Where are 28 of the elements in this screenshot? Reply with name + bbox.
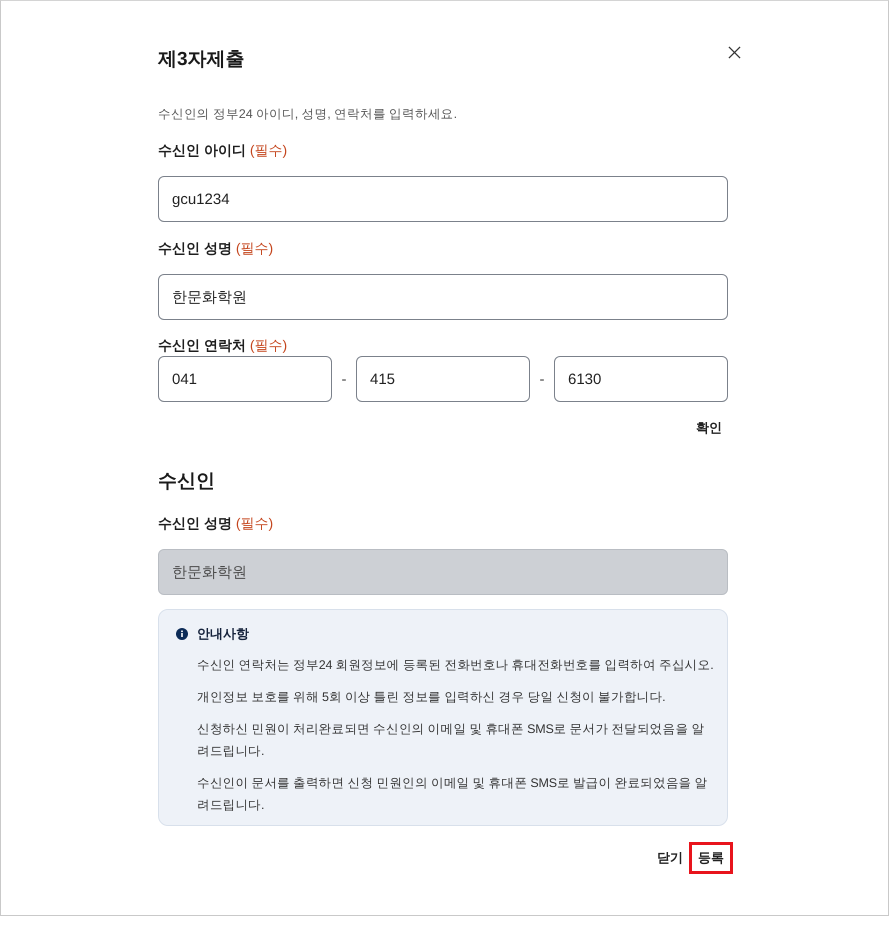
confirm-button[interactable]: 확인 (690, 418, 728, 438)
notice-title: 안내사항 (197, 625, 249, 643)
close-icon[interactable] (728, 46, 741, 59)
required-mark: (필수) (236, 514, 274, 533)
required-mark: (필수) (250, 336, 288, 355)
phone-input[interactable]: 6130 (554, 356, 728, 402)
required-mark: (필수) (236, 239, 274, 258)
phone-separator: - (538, 370, 546, 388)
close-button[interactable]: 닫기 (657, 845, 683, 871)
field-label: 수신인 아이디 (158, 141, 246, 160)
dialog-description: 수신인의 정부24 아이디, 성명, 연락처를 입력하세요. (158, 106, 458, 123)
field-label: 수신인 연락처 (158, 336, 246, 355)
notice-text: 수신인이 문서를 출력하면 신청 민원인의 이메일 및 휴대폰 SMS로 발급이 완료되었음을 알려드립니다. (197, 775, 708, 814)
phone-separator: - (340, 370, 348, 388)
dialog-title: 제3자제출 (158, 48, 245, 72)
phone-input[interactable]: 415 (356, 356, 530, 402)
text-input[interactable]: 한문화학원 (158, 274, 728, 320)
field-label: 수신인 성명 (158, 239, 232, 258)
field-label: 수신인 성명 (158, 514, 232, 533)
section-heading: 수신인 (158, 470, 216, 494)
text-input[interactable]: gcu1234 (158, 176, 728, 222)
required-mark: (필수) (250, 141, 288, 160)
notice-text: 개인정보 보호를 위해 5회 이상 틀린 정보를 입력하신 경우 당일 신청이 불가합니다. (197, 689, 666, 706)
phone-input[interactable]: 041 (158, 356, 332, 402)
notice-text: 신청하신 민원이 처리완료되면 수신인의 이메일 및 휴대폰 SMS로 문서가 전달되었음을 알려드립니다. (197, 721, 706, 760)
notice-text: 수신인 연락처는 정부24 회원정보에 등록된 전화번호나 휴대전화번호를 입력하여 주십시오. (197, 657, 715, 674)
info-icon (176, 628, 188, 640)
register-button[interactable]: 등록 (689, 842, 733, 874)
